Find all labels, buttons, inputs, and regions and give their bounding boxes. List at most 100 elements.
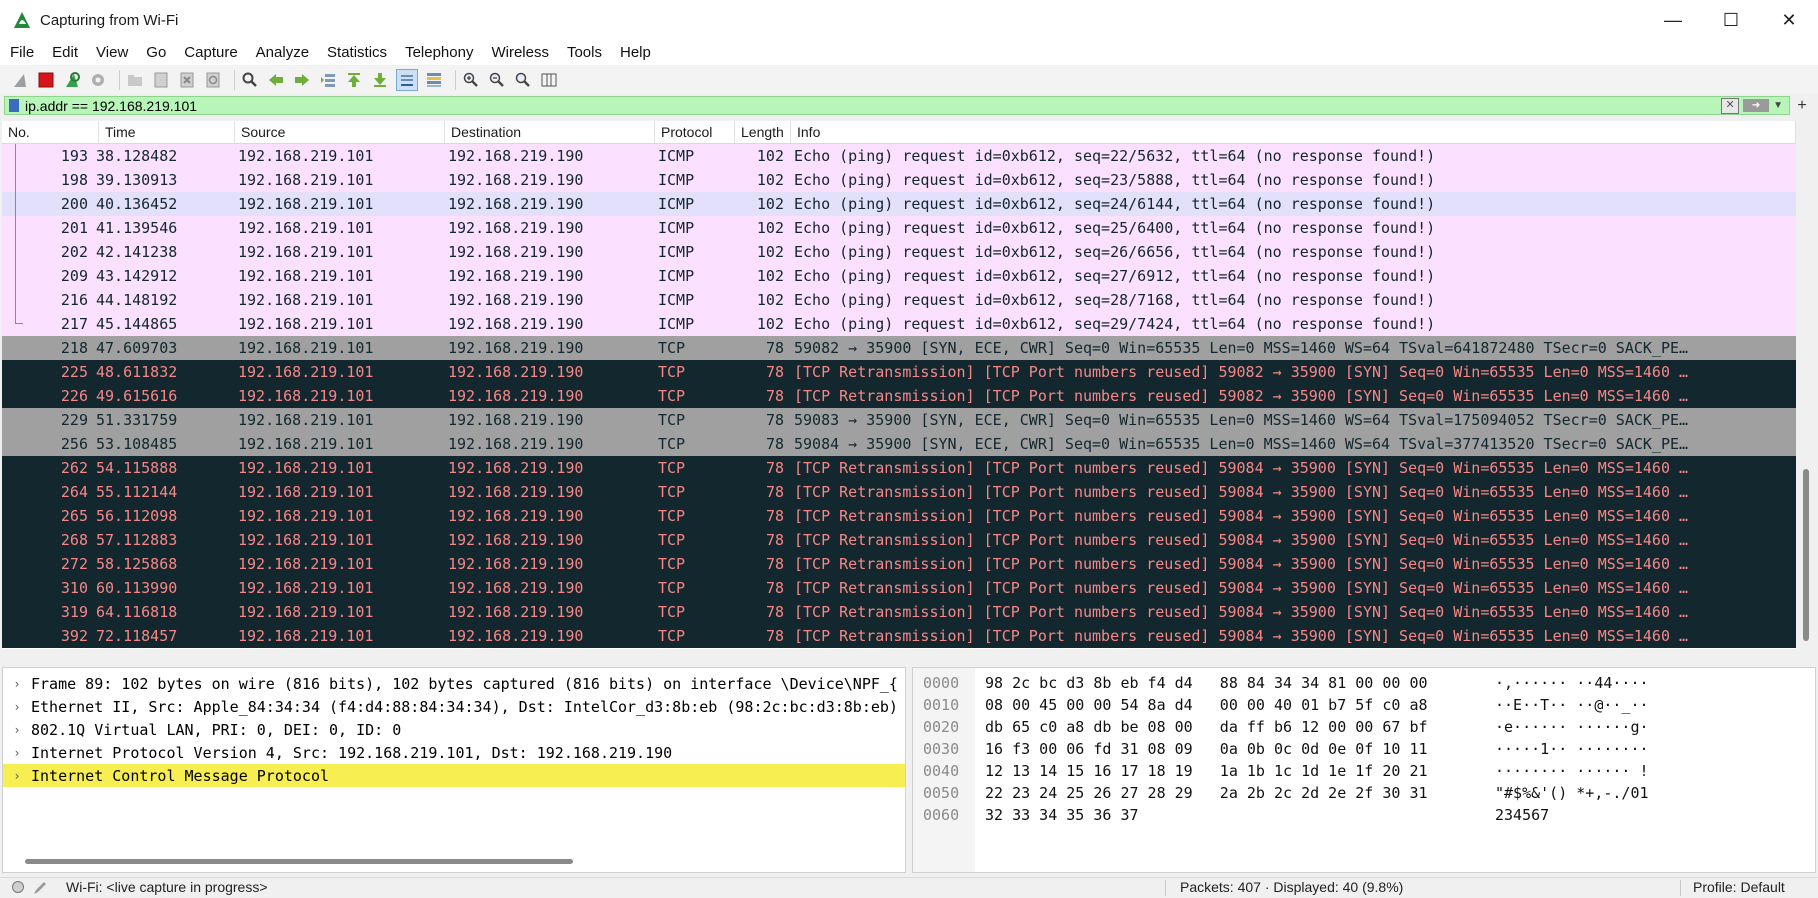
menu-capture[interactable]: Capture [174,44,245,61]
bytes-row[interactable]: 0030 16 f3 00 06 fd 31 08 09 0a 0b 0c 0d … [913,738,1649,760]
profile-text[interactable]: Profile: Default [1693,879,1785,895]
column-header-source[interactable]: Source [235,121,445,143]
bytes-row[interactable]: 0060 32 33 34 35 36 37 234567 [913,804,1549,826]
column-header-info[interactable]: Info [791,121,1796,143]
packet-row[interactable]: 209 43.142912 192.168.219.101 192.168.219.1… [2,264,1796,288]
menu-wireless[interactable]: Wireless [481,44,557,61]
detail-row-frame[interactable]: › Frame 89: 102 bytes on wire (816 bits),… [3,672,905,695]
menu-view[interactable]: View [86,44,136,61]
close-window-button[interactable]: ✕ [1760,0,1818,40]
packet-row[interactable]: 218 47.609703 192.168.219.101 192.168.219.1… [2,336,1796,360]
details-horizontal-scrollbar[interactable] [25,859,573,864]
packet-row[interactable]: 229 51.331759 192.168.219.101 192.168.219.1… [2,408,1796,432]
packet-row[interactable]: 268 57.112883 192.168.219.101 192.168.219.1… [2,528,1796,552]
bytes-row[interactable]: 0020 db 65 c0 a8 db be 08 00 da ff b6 12 … [913,716,1649,738]
maximize-button[interactable]: ☐ [1702,0,1760,40]
packet-protocol: ICMP [658,147,695,165]
column-header-protocol[interactable]: Protocol [655,121,735,143]
add-filter-button[interactable]: + [1790,96,1814,115]
filter-history-dropdown-icon[interactable]: ▼ [1773,100,1783,111]
close-file-icon[interactable] [177,70,197,90]
packet-row[interactable]: 217 45.144865 192.168.219.101 192.168.219.1… [2,312,1796,336]
packet-row[interactable]: 272 58.125868 192.168.219.101 192.168.219.1… [2,552,1796,576]
scrollbar-thumb[interactable] [1803,469,1809,641]
zoom-in-icon[interactable] [461,70,481,90]
expand-arrow-icon[interactable]: › [3,700,31,714]
packet-row[interactable]: 198 39.130913 192.168.219.101 192.168.219.1… [2,168,1796,192]
find-icon[interactable] [240,70,260,90]
first-icon[interactable] [344,70,364,90]
bytes-offset: 0060 [923,806,960,824]
menu-telephony[interactable]: Telephony [395,44,481,61]
column-header-destination[interactable]: Destination [445,121,655,143]
menu-edit[interactable]: Edit [42,44,86,61]
packet-row[interactable]: 262 54.115888 192.168.219.101 192.168.219.1… [2,456,1796,480]
packet-row[interactable]: 264 55.112144 192.168.219.101 192.168.219.1… [2,480,1796,504]
expert-info-icon[interactable] [12,881,24,893]
bytes-row[interactable]: 0000 98 2c bc d3 8b eb f4 d4 88 84 34 34 … [913,672,1649,694]
packet-time: 48.611832 [96,363,178,381]
packet-row[interactable]: 225 48.611832 192.168.219.101 192.168.219.1… [2,360,1796,384]
colorize-icon[interactable] [424,70,444,90]
packet-row[interactable]: 201 41.139546 192.168.219.101 192.168.219.1… [2,216,1796,240]
minimize-button[interactable]: — [1644,0,1702,40]
packet-row[interactable]: 202 42.141238 192.168.219.101 192.168.219.1… [2,240,1796,264]
options-icon[interactable] [88,70,108,90]
detail-row-icmp[interactable]: › Internet Control Message Protocol [3,764,905,787]
packet-row[interactable]: 226 49.615616 192.168.219.101 192.168.219.1… [2,384,1796,408]
resize-columns-icon[interactable] [539,70,559,90]
menu-tools[interactable]: Tools [557,44,610,61]
expand-arrow-icon[interactable]: › [3,769,31,783]
packet-protocol: TCP [658,435,686,453]
back-icon[interactable] [266,70,286,90]
detail-row-vlan[interactable]: › 802.1Q Virtual LAN, PRI: 0, DEI: 0, ID:… [3,718,905,741]
packet-row[interactable]: 310 60.113990 192.168.219.101 192.168.219.1… [2,576,1796,600]
packet-row[interactable]: 265 56.112098 192.168.219.101 192.168.219.1… [2,504,1796,528]
packet-destination: 192.168.219.190 [448,387,584,405]
clear-filter-icon[interactable]: ✕ [1721,97,1740,114]
column-header-no[interactable]: No. [2,121,99,143]
packet-row[interactable]: 193 38.128482 192.168.219.101 192.168.219.1… [2,144,1796,168]
detail-row-ipv4[interactable]: › Internet Protocol Version 4, Src: 192.1… [3,741,905,764]
expand-arrow-icon[interactable]: › [3,746,31,760]
open-icon[interactable] [125,70,145,90]
menu-help[interactable]: Help [610,44,659,61]
expand-arrow-icon[interactable]: › [3,723,31,737]
capture-comment-icon[interactable] [32,880,48,896]
expand-arrow-icon[interactable]: › [3,677,31,691]
conversation-bracket [15,144,16,324]
packet-length: 102 [756,315,784,333]
last-icon[interactable] [370,70,390,90]
restart-icon[interactable] [62,70,82,90]
reload-icon[interactable] [203,70,223,90]
column-header-time[interactable]: Time [99,121,235,143]
menu-analyze[interactable]: Analyze [246,44,317,61]
packet-length: 102 [756,171,784,189]
packet-row[interactable]: 256 53.108485 192.168.219.101 192.168.219.1… [2,432,1796,456]
bytes-row[interactable]: 0050 22 23 24 25 26 27 28 29 2a 2b 2c 2d … [913,782,1649,804]
filter-bookmark-icon[interactable] [9,99,19,112]
packet-row[interactable]: 392 72.118457 192.168.219.101 192.168.219.1… [2,624,1796,648]
bytes-row[interactable]: 0010 08 00 45 00 00 54 8a d4 00 00 40 01 … [913,694,1649,716]
packet-row[interactable]: 319 64.116818 192.168.219.101 192.168.219.1… [2,600,1796,624]
stop-icon[interactable] [36,70,56,90]
menu-go[interactable]: Go [136,44,174,61]
packet-source: 192.168.219.101 [238,363,374,381]
save-icon[interactable] [151,70,171,90]
apply-filter-icon[interactable]: ➔ [1743,99,1770,112]
forward-icon[interactable] [292,70,312,90]
packet-row[interactable]: 216 44.148192 192.168.219.101 192.168.219.1… [2,288,1796,312]
display-filter-input[interactable] [25,97,1722,114]
normal-size-icon[interactable] [513,70,533,90]
packet-list-scrollbar[interactable] [1800,144,1812,649]
menu-statistics[interactable]: Statistics [317,44,395,61]
zoom-out-icon[interactable] [487,70,507,90]
packet-row[interactable]: 200 40.136452 192.168.219.101 192.168.219.1… [2,192,1796,216]
autoscroll-icon[interactable] [396,69,418,91]
goto-icon[interactable] [318,70,338,90]
menu-file[interactable]: File [0,44,42,61]
shark-fin-icon[interactable] [10,70,30,90]
bytes-row[interactable]: 0040 12 13 14 15 16 17 18 19 1a 1b 1c 1d … [913,760,1649,782]
column-header-length[interactable]: Length [735,121,791,143]
detail-row-ethernet[interactable]: › Ethernet II, Src: Apple_84:34:34 (f4:d4… [3,695,905,718]
